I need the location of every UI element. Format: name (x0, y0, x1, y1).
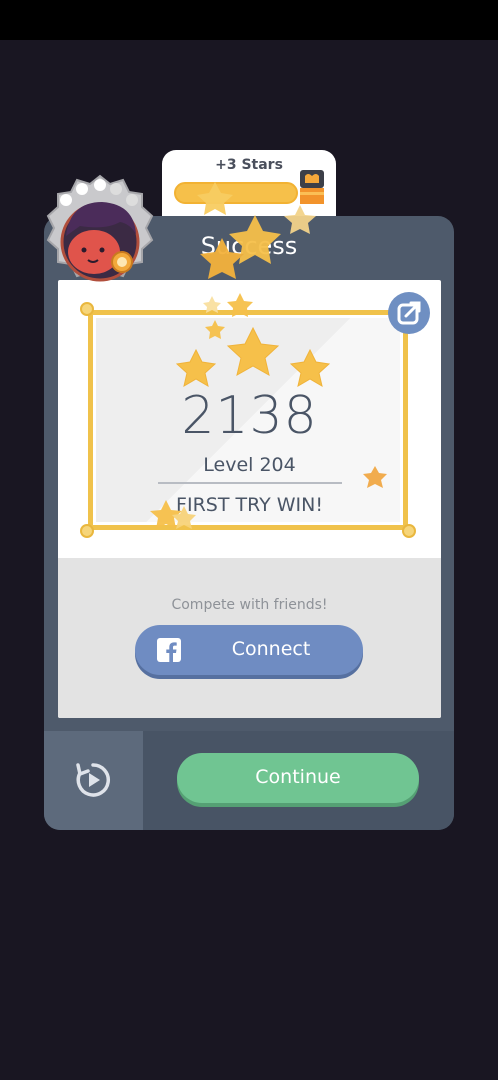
frame-corner (80, 302, 94, 316)
share-icon (397, 301, 421, 325)
facebook-icon (157, 638, 181, 662)
frame-corner (402, 524, 416, 538)
replay-icon (76, 763, 110, 797)
result-card: 2138 Level 204 FIRST TRY WIN! Compete wi… (58, 280, 441, 718)
continue-button[interactable]: Continue (177, 753, 419, 803)
result-panel: Success 2138 Level 204 FIRST TRY WIN! Co… (44, 216, 454, 830)
continue-label: Continue (255, 766, 341, 788)
continue-area: Continue (143, 731, 454, 830)
score-value: 2138 (181, 386, 318, 446)
avatar-badge (46, 174, 154, 282)
star-icon (175, 326, 331, 388)
facebook-connect-button[interactable]: Connect (135, 625, 363, 675)
compete-prompt: Compete with friends! (171, 597, 328, 613)
connect-label: Connect (231, 638, 311, 660)
chest-icon (300, 170, 324, 204)
status-bar (0, 0, 498, 40)
share-button[interactable] (388, 292, 430, 334)
divider (158, 482, 342, 484)
first-try-label: FIRST TRY WIN! (176, 494, 323, 516)
avatar-portrait (60, 202, 140, 282)
level-label: Level 204 (203, 454, 296, 476)
reward-progress-bar (174, 182, 298, 204)
replay-button[interactable] (44, 731, 143, 830)
frame-corner (80, 524, 94, 538)
